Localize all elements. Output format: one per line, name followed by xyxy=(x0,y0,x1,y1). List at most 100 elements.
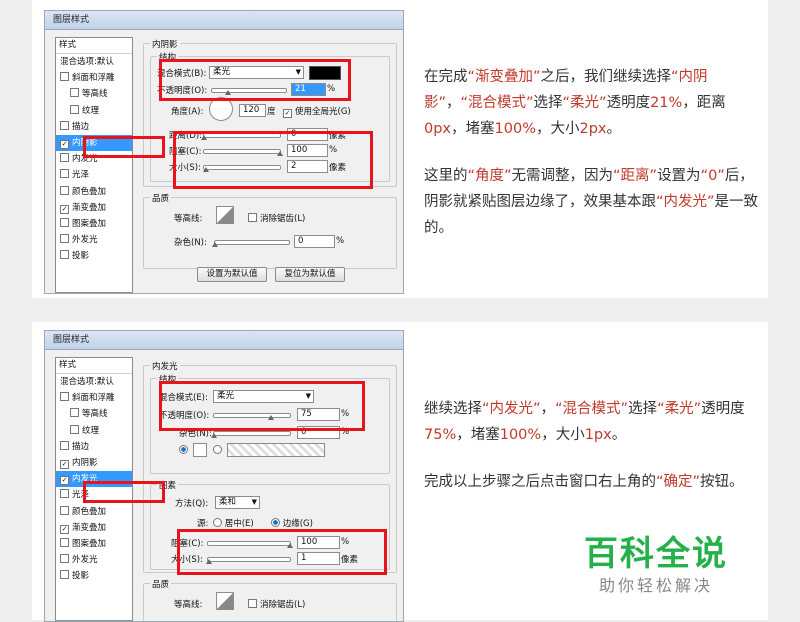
section-title: 内阴影 xyxy=(150,38,180,50)
style-item-label: 描边 xyxy=(72,441,90,452)
highlight-blend-opacity xyxy=(159,59,351,101)
style-item-label: 描边 xyxy=(72,121,90,132)
description-paragraph: 完成以上步骤之后点击窗口右上角的“确定”按钮。 xyxy=(424,469,760,495)
style-item[interactable]: 外发光 xyxy=(56,552,132,568)
checkbox-icon[interactable]: ✓ xyxy=(60,459,69,469)
checkbox-icon[interactable]: ✓ xyxy=(283,109,292,118)
method-select[interactable]: 柔和 ▼ xyxy=(215,496,260,509)
watermark-title: 百科全说 xyxy=(584,534,728,574)
style-item-label: 纹理 xyxy=(82,105,100,116)
style-item[interactable]: 投影 xyxy=(56,568,132,584)
quality-title: 品质 xyxy=(150,578,172,590)
gradient-picker[interactable] xyxy=(227,443,325,457)
style-item[interactable]: ✓ 渐变叠加 xyxy=(56,200,132,216)
radio-icon[interactable] xyxy=(213,518,222,527)
slider-thumb[interactable] xyxy=(212,242,218,247)
body-text: ，大小 xyxy=(541,427,585,443)
highlight-selected-style xyxy=(83,481,165,503)
global-light-toggle[interactable]: ✓ 使用全局光(G) xyxy=(283,105,351,118)
source-edge-radio[interactable]: 边缘(G) xyxy=(271,517,313,529)
body-text: 按钮。 xyxy=(700,474,744,490)
checkbox-icon[interactable] xyxy=(60,537,69,547)
set-default-button[interactable]: 设置为默认值 xyxy=(197,267,267,282)
highlight-text: 75% xyxy=(424,427,457,443)
contour-picker[interactable] xyxy=(216,206,234,224)
checkbox-icon[interactable] xyxy=(70,88,79,98)
style-item[interactable]: 颜色叠加 xyxy=(56,184,132,200)
body-text: 透明度 xyxy=(701,401,745,417)
checkbox-icon[interactable]: ✓ xyxy=(60,476,69,486)
checkbox-icon[interactable] xyxy=(70,408,79,418)
checkbox-icon[interactable] xyxy=(60,72,69,82)
checkbox-icon[interactable] xyxy=(60,440,69,450)
checkbox-icon[interactable] xyxy=(60,169,69,179)
body-text: ，大小 xyxy=(535,121,580,137)
checkbox-icon[interactable] xyxy=(60,250,69,260)
style-item[interactable]: 纹理 xyxy=(56,423,132,439)
radio-icon[interactable] xyxy=(179,445,188,454)
styles-header[interactable]: 样式 xyxy=(56,38,132,54)
highlight-text: 21% xyxy=(650,95,683,111)
style-item[interactable]: 混合选项:默认 xyxy=(56,374,132,390)
style-item[interactable]: 混合选项:默认 xyxy=(56,54,132,70)
style-item[interactable]: ✓ 渐变叠加 xyxy=(56,520,132,536)
antialias-toggle[interactable]: 消除锯齿(L) xyxy=(248,212,305,224)
body-text: 透明度 xyxy=(606,95,651,111)
style-item[interactable]: 斜面和浮雕 xyxy=(56,70,132,86)
checkbox-icon[interactable]: ✓ xyxy=(60,204,69,214)
checkbox-icon[interactable] xyxy=(60,120,69,130)
styles-items: 混合选项:默认 斜面和浮雕 等高线 纹理 描边 ✓ 内阴影 内发光 光泽 颜色叠加 ✓ 渐变叠加 图案叠… xyxy=(56,54,132,264)
noise-input[interactable]: 0 xyxy=(294,235,335,248)
body-text: 完成以上步骤之后点击窗口右上角的 xyxy=(424,474,656,490)
checkbox-icon[interactable] xyxy=(60,489,69,499)
style-item[interactable]: 光泽 xyxy=(56,167,132,183)
antialias-label: 消除锯齿(L) xyxy=(260,214,306,224)
checkbox-icon[interactable] xyxy=(60,505,69,515)
highlight-text: 0px xyxy=(424,121,452,137)
checkbox-icon[interactable] xyxy=(248,599,257,608)
antialias-toggle[interactable]: 消除锯齿(L) xyxy=(248,598,305,610)
style-item[interactable]: 描边 xyxy=(56,439,132,455)
checkbox-icon[interactable] xyxy=(70,424,79,434)
checkbox-icon[interactable] xyxy=(60,392,69,402)
style-item[interactable]: ✓ 内阴影 xyxy=(56,455,132,471)
style-item[interactable]: 颜色叠加 xyxy=(56,504,132,520)
radio-icon[interactable] xyxy=(271,518,280,527)
checkbox-icon[interactable] xyxy=(60,185,69,195)
checkbox-icon[interactable] xyxy=(60,153,69,163)
reset-default-button[interactable]: 复位为默认值 xyxy=(275,267,345,282)
source-edge-label: 边缘(G) xyxy=(282,519,313,529)
radio-icon[interactable] xyxy=(213,445,222,454)
checkbox-icon[interactable] xyxy=(248,213,257,222)
checkbox-icon[interactable] xyxy=(60,234,69,244)
style-item[interactable]: 描边 xyxy=(56,119,132,135)
style-item[interactable]: 图案叠加 xyxy=(56,536,132,552)
checkbox-icon[interactable] xyxy=(60,570,69,580)
noise-slider[interactable] xyxy=(212,240,290,247)
glow-color-swatch[interactable] xyxy=(193,443,207,457)
style-item[interactable]: 斜面和浮雕 xyxy=(56,390,132,406)
color-mode-radio[interactable] xyxy=(179,445,188,456)
styles-header[interactable]: 样式 xyxy=(56,358,132,374)
style-item[interactable]: 图案叠加 xyxy=(56,216,132,232)
style-item[interactable]: 外发光 xyxy=(56,232,132,248)
quality-group: 品质 等高线: 消除锯齿(L) xyxy=(143,578,397,621)
slider-thumb[interactable] xyxy=(211,433,217,438)
noise-slider[interactable] xyxy=(211,431,291,438)
angle-input[interactable]: 120 xyxy=(239,104,266,117)
gradient-mode-radio[interactable] xyxy=(213,445,222,456)
contour-picker[interactable] xyxy=(216,592,234,610)
source-center-radio[interactable]: 居中(E) xyxy=(213,517,254,529)
checkbox-icon[interactable] xyxy=(60,554,69,564)
dialog-title: 图层样式 xyxy=(45,11,403,30)
style-item[interactable]: 等高线 xyxy=(56,406,132,422)
description-paragraph: 这里的“角度”无需调整，因为“距离”设置为“0”后，阴影就紧贴图层边缘了，效果基… xyxy=(424,163,760,241)
checkbox-icon[interactable] xyxy=(70,104,79,114)
style-item[interactable]: 投影 xyxy=(56,248,132,264)
style-item[interactable]: 纹理 xyxy=(56,103,132,119)
checkbox-icon[interactable]: ✓ xyxy=(60,524,69,534)
checkbox-icon[interactable]: ✓ xyxy=(60,139,69,149)
checkbox-icon[interactable] xyxy=(60,217,69,227)
quality-group: 品质 等高线: 消除锯齿(L) 杂色(N): 0 % xyxy=(143,192,397,269)
style-item[interactable]: 等高线 xyxy=(56,86,132,102)
